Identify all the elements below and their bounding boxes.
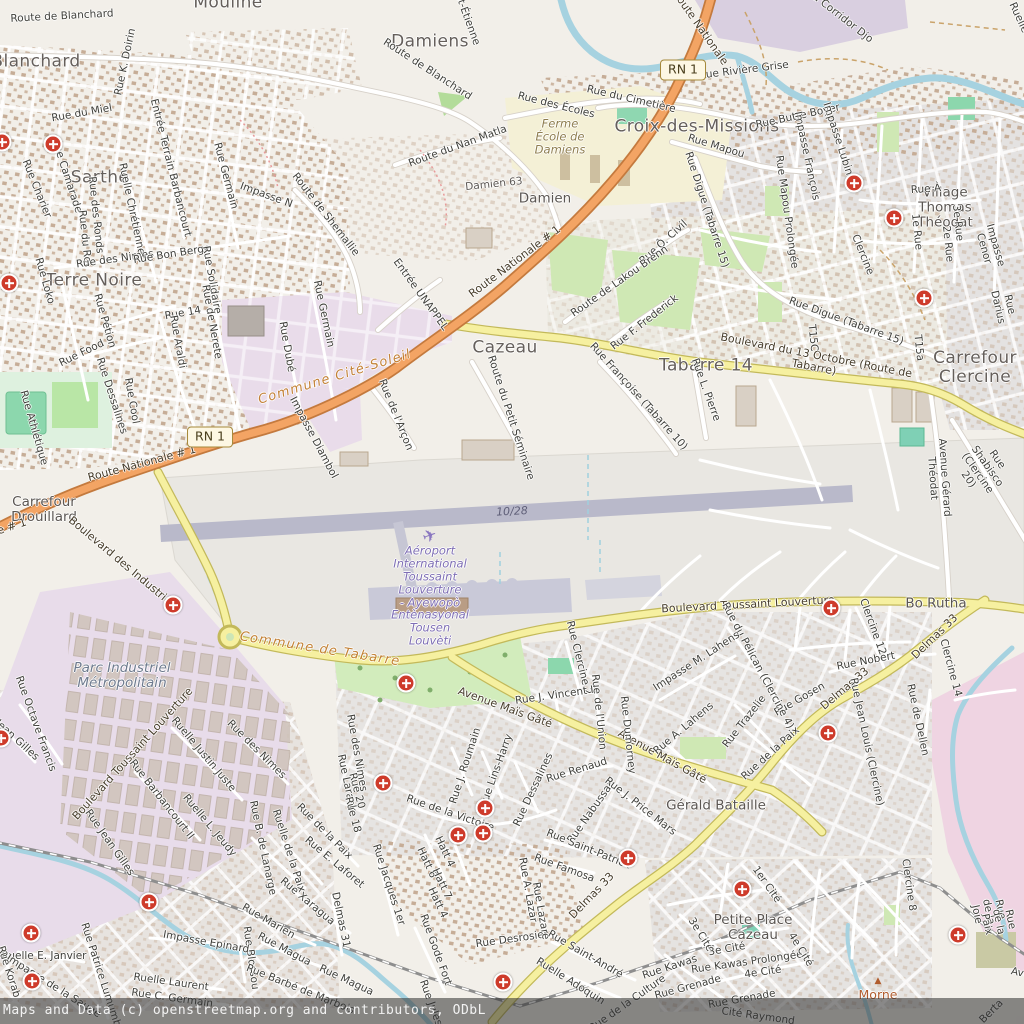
attribution-text: Maps and Data (c) openstreetmap.org and … <box>3 1003 486 1018</box>
map-canvas[interactable]: Blanchard Mouline Sarthe Terre Noire Damiens… <box>0 0 1024 1024</box>
map-render <box>0 0 1024 1024</box>
attribution-bar: Maps and Data (c) openstreetmap.org and … <box>0 998 1024 1024</box>
